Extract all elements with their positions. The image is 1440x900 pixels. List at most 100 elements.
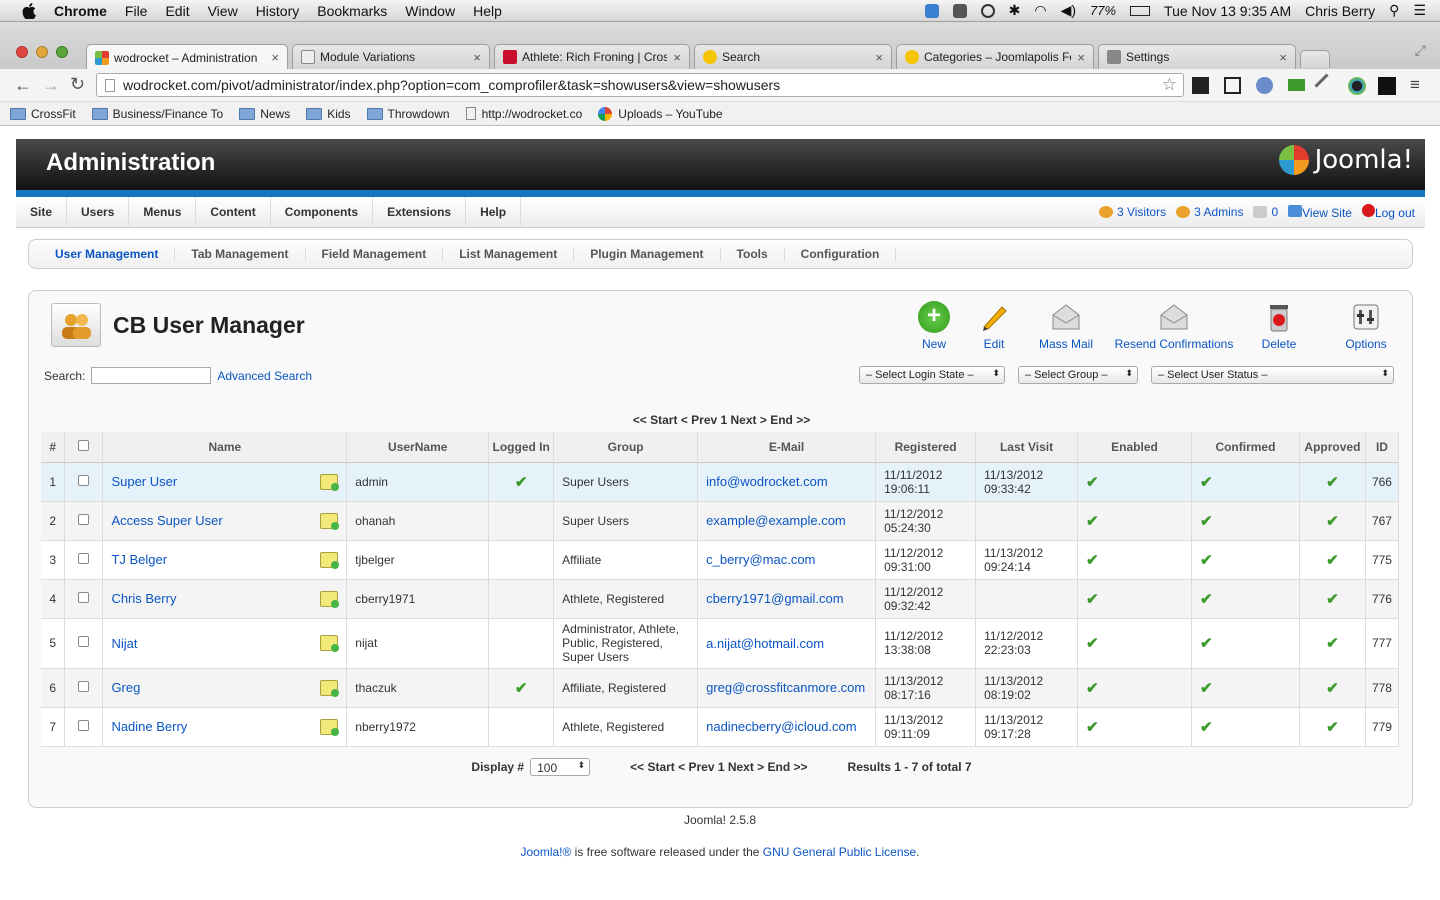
check-icon[interactable]: ✔	[1200, 513, 1213, 530]
menu-bookmarks[interactable]: Bookmarks	[317, 3, 387, 19]
forward-icon[interactable]: →	[42, 75, 60, 96]
col-logged-in[interactable]: Logged In	[488, 432, 555, 463]
menu-content[interactable]: Content	[196, 196, 271, 228]
tab-close-icon[interactable]: ×	[673, 50, 681, 65]
check-icon[interactable]: ✔	[1086, 513, 1099, 530]
menu-components[interactable]: Components	[271, 196, 374, 228]
user-name-link[interactable]: Access Super User	[111, 513, 222, 528]
confirmed-cell[interactable]: ✔	[1191, 462, 1300, 502]
confirmed-cell[interactable]: ✔	[1191, 540, 1300, 580]
col-username[interactable]: UserName	[346, 432, 490, 463]
col-select-all[interactable]	[64, 432, 104, 463]
bookmark-star-icon[interactable]: ☆	[1162, 75, 1177, 95]
check-icon[interactable]: ✔	[1200, 591, 1213, 608]
enabled-cell[interactable]: ✔	[1077, 462, 1192, 502]
delete-button[interactable]: Delete	[1259, 301, 1299, 351]
chrome-menu-icon[interactable]: ≡	[1410, 75, 1420, 95]
logout-link[interactable]: Log out	[1361, 204, 1415, 220]
extension-instapaper-icon[interactable]	[1224, 77, 1241, 94]
evernote-icon[interactable]	[952, 3, 967, 18]
approved-cell[interactable]: ✔	[1299, 618, 1366, 669]
group-select[interactable]: – Select Group – ⬍	[1018, 366, 1138, 384]
extension-circle-icon[interactable]	[1348, 77, 1366, 95]
row-select[interactable]	[64, 501, 104, 541]
check-icon[interactable]: ✔	[1086, 719, 1099, 736]
tab-search[interactable]: Search ×	[694, 44, 892, 69]
check-icon[interactable]: ✔	[1326, 513, 1339, 530]
menu-extensions[interactable]: Extensions	[373, 196, 467, 228]
menu-history[interactable]: History	[256, 3, 300, 19]
battery-icon[interactable]	[1130, 5, 1151, 16]
advanced-search-link[interactable]: Advanced Search	[217, 369, 312, 383]
check-icon[interactable]: ✔	[1326, 474, 1339, 491]
edit-user-icon[interactable]	[320, 679, 340, 697]
user-name-link[interactable]: Super User	[111, 474, 177, 489]
menu-file[interactable]: File	[125, 3, 148, 19]
tab-categories-joomlapolis[interactable]: Categories – Joomlapolis For ×	[896, 44, 1094, 69]
check-icon[interactable]: ✔	[1200, 552, 1213, 569]
joomla-link[interactable]: Joomla!®	[520, 845, 571, 859]
search-input[interactable]	[91, 367, 212, 384]
menu-menus[interactable]: Menus	[129, 196, 197, 228]
edit-user-icon[interactable]	[320, 718, 340, 736]
row-select[interactable]	[64, 462, 104, 502]
row-checkbox[interactable]	[78, 552, 90, 564]
tab-settings[interactable]: Settings ×	[1098, 44, 1296, 69]
enabled-cell[interactable]: ✔	[1077, 668, 1192, 708]
menu-help[interactable]: Help	[473, 3, 502, 19]
display-limit-select[interactable]: 100 ⬍	[530, 758, 591, 776]
approved-cell[interactable]: ✔	[1299, 501, 1366, 541]
zoom-window-button[interactable]	[56, 46, 68, 58]
extension-m-icon[interactable]	[1378, 77, 1396, 95]
eyedropper-icon[interactable]	[1314, 73, 1339, 98]
tab-wodrocket-admin[interactable]: wodrocket – Administration ×	[86, 44, 288, 70]
address-bar[interactable]: wodrocket.com/pivot/administrator/index.…	[96, 73, 1184, 97]
new-tab-button[interactable]	[1300, 50, 1330, 68]
subnav-user-management[interactable]: User Management	[39, 247, 176, 261]
tab-module-variations[interactable]: Module Variations ×	[292, 44, 490, 69]
subnav-tools[interactable]: Tools	[721, 247, 785, 261]
resend-confirmations-button[interactable]: Resend Confirmations	[1111, 301, 1237, 351]
reload-icon[interactable]: ↻	[70, 74, 85, 95]
confirmed-cell[interactable]: ✔	[1191, 707, 1300, 747]
enabled-cell[interactable]: ✔	[1077, 618, 1192, 669]
edit-user-icon[interactable]	[320, 635, 340, 652]
notification-center-icon[interactable]: ☰	[1413, 2, 1426, 19]
bookmark-uploads-youtube[interactable]: Uploads – YouTube	[598, 106, 723, 121]
confirmed-cell[interactable]: ✔	[1191, 579, 1300, 619]
row-checkbox[interactable]	[78, 513, 90, 525]
menubar-user[interactable]: Chris Berry	[1305, 3, 1375, 19]
check-icon[interactable]: ✔	[1200, 680, 1213, 697]
edit-user-icon[interactable]	[320, 551, 340, 569]
tab-close-icon[interactable]: ×	[1279, 50, 1287, 65]
table-row[interactable]: 6 Greg thaczuk ✔ Affiliate, Registered greg@c…	[41, 668, 1400, 708]
close-window-button[interactable]	[16, 46, 28, 58]
check-icon[interactable]: ✔	[1086, 474, 1099, 491]
user-status-select[interactable]: – Select User Status – ⬍	[1151, 366, 1394, 384]
pagination-bottom[interactable]: << Start < Prev 1 Next > End >>	[630, 760, 807, 774]
menu-view[interactable]: View	[208, 3, 238, 19]
table-row[interactable]: 2 Access Super User ohanah Super Users examp…	[41, 501, 1400, 541]
edit-user-icon[interactable]	[320, 473, 340, 491]
tab-close-icon[interactable]: ×	[473, 50, 481, 65]
menu-edit[interactable]: Edit	[165, 3, 189, 19]
check-icon[interactable]: ✔	[1086, 552, 1099, 569]
check-icon[interactable]: ✔	[1086, 635, 1099, 652]
tab-close-icon[interactable]: ×	[271, 50, 279, 65]
check-icon[interactable]: ✔	[1326, 719, 1339, 736]
enabled-cell[interactable]: ✔	[1077, 579, 1192, 619]
table-row[interactable]: 4 Chris Berry cberry1971 Athlete, Registere…	[41, 579, 1400, 619]
extension-h-icon[interactable]	[1192, 77, 1209, 94]
subnav-tab-management[interactable]: Tab Management	[175, 247, 306, 261]
email-link[interactable]: cberry1971@gmail.com	[706, 591, 843, 606]
wifi-icon[interactable]: ◠	[1034, 2, 1046, 19]
row-select[interactable]	[64, 579, 104, 619]
volume-icon[interactable]: ◀)	[1061, 2, 1076, 19]
confirmed-cell[interactable]: ✔	[1191, 501, 1300, 541]
col-last-visit[interactable]: Last Visit	[975, 432, 1079, 463]
check-icon[interactable]: ✔	[1326, 552, 1339, 569]
back-icon[interactable]: ←	[14, 75, 32, 96]
user-name-link[interactable]: Greg	[111, 680, 140, 695]
menubar-clock[interactable]: Tue Nov 13 9:35 AM	[1164, 3, 1291, 19]
table-row[interactable]: 3 TJ Belger tjbelger Affiliate c_berry@mac.c…	[41, 540, 1400, 580]
